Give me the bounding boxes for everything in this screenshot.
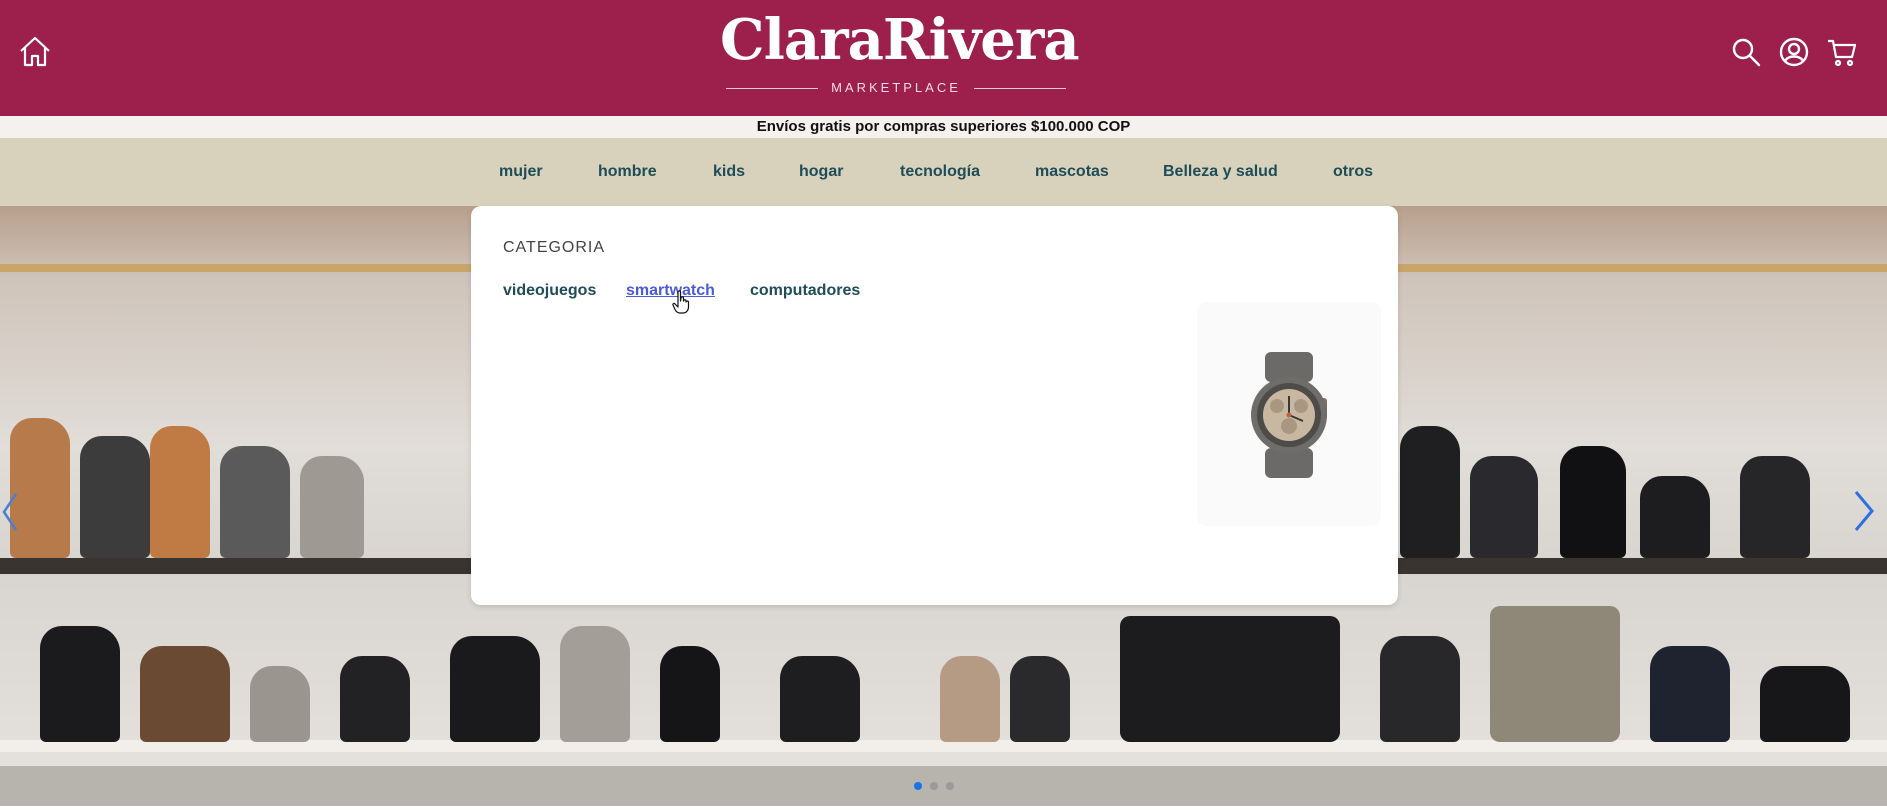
nav-item-hombre[interactable]: hombre (598, 162, 657, 182)
shoe-decoration (940, 656, 1000, 742)
nav-item-belleza-y-salud[interactable]: Belleza y salud (1163, 162, 1278, 182)
main-nav: mujer hombre kids hogar tecnología masco… (0, 138, 1887, 206)
brand-logo[interactable]: ClaraRivera MARKETPLACE (720, 6, 1080, 102)
account-icon (1779, 37, 1809, 67)
search-button[interactable] (1730, 36, 1762, 68)
shoe-decoration (660, 646, 720, 742)
nav-item-hogar[interactable]: hogar (799, 162, 843, 182)
shoe-decoration (1380, 636, 1460, 742)
home-button[interactable] (17, 34, 53, 70)
category-link-computadores[interactable]: computadores (750, 281, 860, 301)
logo-wordmark: ClaraRivera (720, 7, 1080, 73)
shoe-decoration (1740, 456, 1810, 558)
nav-item-mujer[interactable]: mujer (499, 162, 543, 182)
category-heading: CATEGORIA (503, 239, 606, 256)
shoe-decoration (1400, 426, 1460, 558)
carousel-pagination (914, 782, 974, 792)
cart-icon (1828, 39, 1857, 67)
nav-item-mascotas[interactable]: mascotas (1035, 162, 1109, 182)
carousel-dot-1[interactable] (914, 782, 922, 790)
logo-divider (974, 88, 1066, 89)
shoe-decoration (450, 636, 540, 742)
shoe-decoration (1560, 446, 1626, 558)
cart-button[interactable] (1826, 36, 1858, 68)
shoe-decoration (560, 626, 630, 742)
category-link-videojuegos[interactable]: videojuegos (503, 281, 596, 301)
shoe-decoration (140, 646, 230, 742)
nav-item-kids[interactable]: kids (713, 162, 745, 182)
carousel-next-button[interactable] (1850, 486, 1878, 536)
nav-item-otros[interactable]: otros (1333, 162, 1373, 182)
shoe-decoration (10, 418, 70, 558)
nav-item-tecnologia[interactable]: tecnología (900, 162, 980, 182)
shoe-decoration (40, 626, 120, 742)
shoe-decoration (150, 426, 210, 558)
shoe-decoration (1010, 656, 1070, 742)
search-icon (1732, 38, 1761, 67)
shoe-decoration (1640, 476, 1710, 558)
chevron-right-icon (1854, 491, 1874, 531)
carousel-dot-3[interactable] (946, 782, 954, 790)
site-header: ClaraRivera MARKETPLACE (0, 0, 1887, 116)
home-icon (20, 36, 50, 67)
carousel-dot-2[interactable] (930, 782, 938, 790)
shoe-decoration (1470, 456, 1538, 558)
carousel-prev-button[interactable] (0, 490, 22, 534)
account-button[interactable] (1778, 36, 1810, 68)
shoe-decoration (340, 656, 410, 742)
logo-subtitle-row: MARKETPLACE (726, 80, 1066, 96)
shoe-decoration (220, 446, 290, 558)
smartwatch-image[interactable] (1197, 302, 1381, 526)
shoe-decoration (250, 666, 310, 742)
shoe-decoration (1650, 646, 1730, 742)
shoe-decoration (80, 436, 150, 558)
shoe-decoration (300, 456, 364, 558)
category-link-smartwatch[interactable]: smartwatch (626, 281, 715, 301)
hand-pointer-icon (672, 290, 690, 314)
bag-decoration (1120, 616, 1340, 742)
free-shipping-banner: Envíos gratis por compras superiores $10… (0, 116, 1887, 138)
smartwatch-picture (1251, 352, 1327, 478)
chevron-left-icon (2, 493, 18, 531)
tecnologia-dropdown-menu: CATEGORIA videojuegos smartwatch computa… (471, 206, 1398, 605)
shoe-decoration (780, 656, 860, 742)
shoe-decoration (1760, 666, 1850, 742)
bag-decoration (1490, 606, 1620, 742)
